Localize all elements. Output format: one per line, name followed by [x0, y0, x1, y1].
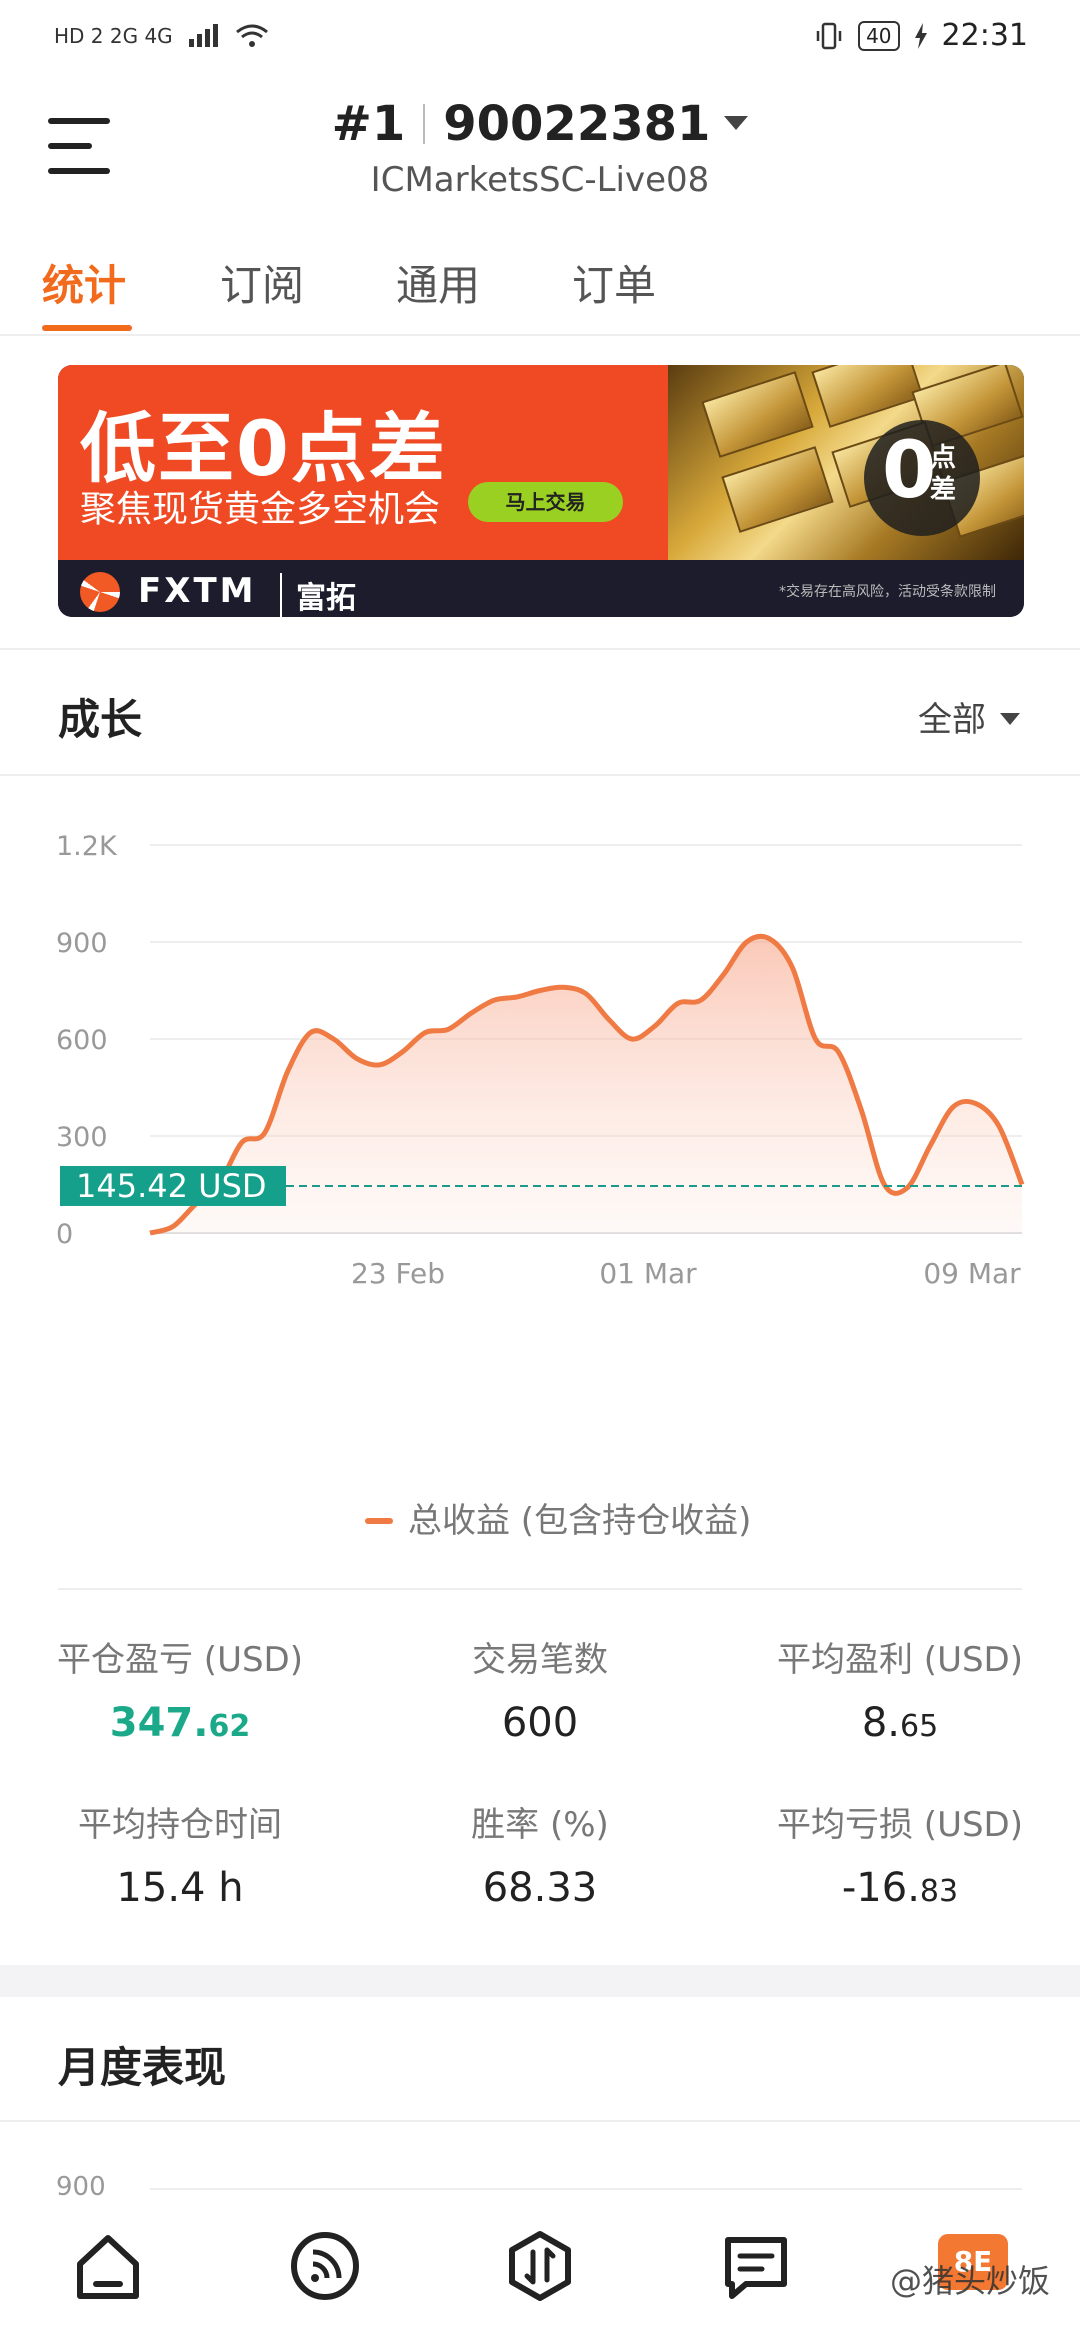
- signal-indicators: HD 2 2G 4G: [54, 22, 269, 50]
- fxtm-logo-icon: [80, 572, 120, 612]
- tab-subscribe[interactable]: 订阅: [220, 252, 304, 313]
- battery-indicator: 40: [858, 20, 900, 51]
- clock: 22:31: [941, 18, 1028, 53]
- nav-messages-icon[interactable]: [716, 2226, 796, 2306]
- y-tick-label: 600: [56, 1025, 108, 1056]
- monthly-gridline: [150, 2188, 1022, 2190]
- section-gap: [0, 1965, 1080, 1997]
- charging-icon: [914, 22, 927, 49]
- stat-value: 600: [501, 1700, 579, 1746]
- brand-name-cn: 富拓: [280, 573, 356, 617]
- stat-label: 交易笔数: [472, 1640, 608, 1680]
- section-divider: [0, 774, 1080, 776]
- growth-chart[interactable]: 0 300 600 900 1.2K 145.42 USD 23 Feb 01 Mar 09…: [0, 800, 1080, 1580]
- tab-general[interactable]: 通用: [396, 252, 480, 313]
- brand-name: FXTM: [138, 571, 257, 611]
- signal-icon: [188, 24, 218, 47]
- tab-divider: [0, 334, 1080, 336]
- account-selector[interactable]: #1 90022381: [0, 96, 1080, 152]
- stat-label: 平均持仓时间: [78, 1805, 282, 1845]
- promo-banner[interactable]: 低至0点差 聚焦现货黄金多空机会 马上交易 0 点差 FXTM 富拓 *交易存在…: [58, 365, 1024, 617]
- stat-value: 347.62: [109, 1700, 251, 1746]
- account-number: 90022381: [443, 96, 711, 152]
- status-bar: HD 2 2G 4G 40 22:31: [0, 0, 1080, 80]
- stat-label: 胜率 (%): [471, 1805, 609, 1845]
- monthly-divider: [0, 2120, 1080, 2122]
- tab-statistics[interactable]: 统计: [42, 252, 126, 313]
- dropdown-caret-icon: [1000, 713, 1020, 725]
- banner-disclaimer: *交易存在高风险，活动受条款限制: [779, 584, 996, 600]
- x-tick-label: 23 Feb: [351, 1257, 445, 1290]
- watermark-text: @猪头炒饭: [889, 2262, 1050, 2300]
- x-tick-label: 09 Mar: [923, 1257, 1021, 1290]
- zero-text: 0: [882, 426, 937, 516]
- account-rank: #1: [331, 96, 406, 152]
- nav-trade-icon[interactable]: [500, 2226, 580, 2306]
- banner-divider: [0, 648, 1080, 650]
- banner-subline: 聚焦现货黄金多空机会: [80, 489, 441, 530]
- active-tab-indicator: [42, 325, 132, 331]
- network-status: HD 2 2G 4G: [54, 24, 173, 48]
- stat-label: 平均盈利 (USD): [777, 1640, 1023, 1680]
- zero-spread-badge: 0 点差: [864, 420, 980, 536]
- growth-title: 成长: [58, 695, 143, 744]
- server-name: ICMarketsSC-Live08: [370, 160, 710, 200]
- stat-label: 平均亏损 (USD): [777, 1805, 1023, 1845]
- y-tick-label: 0: [56, 1219, 73, 1250]
- legend-label: 总收益 (包含持仓收益): [408, 1501, 751, 1541]
- filter-label: 全部: [918, 700, 986, 740]
- y-tick-label: 900: [56, 928, 108, 959]
- stat-value: 68.33: [482, 1865, 598, 1911]
- nav-home-icon[interactable]: [68, 2226, 148, 2306]
- chart-divider: [58, 1588, 1022, 1590]
- stat-value: 15.4 h: [116, 1865, 244, 1911]
- monthly-chart-tick: 900: [56, 2172, 106, 2202]
- wifi-icon: [235, 24, 268, 47]
- vibrate-icon: [816, 22, 842, 49]
- y-tick-label: 300: [56, 1122, 108, 1153]
- tab-orders[interactable]: 订单: [572, 252, 656, 313]
- monthly-title: 月度表现: [58, 2043, 227, 2092]
- x-tick-label: 01 Mar: [599, 1257, 697, 1290]
- dropdown-caret-icon: [724, 116, 749, 130]
- legend-swatch: [365, 1518, 393, 1524]
- stat-label: 平仓盈亏 (USD): [57, 1640, 303, 1680]
- current-value-label: 145.42 USD: [76, 1167, 267, 1205]
- stat-value: -16.83: [841, 1865, 959, 1911]
- growth-filter-dropdown[interactable]: 全部: [918, 692, 1020, 741]
- spread-caption: 点差: [930, 443, 957, 505]
- nav-feed-icon[interactable]: [285, 2226, 365, 2306]
- y-tick-label: 1.2K: [56, 831, 118, 862]
- stat-value: 8.65: [861, 1700, 939, 1746]
- system-indicators: 40 22:31: [814, 18, 1028, 53]
- trade-now-button[interactable]: 马上交易: [468, 482, 623, 522]
